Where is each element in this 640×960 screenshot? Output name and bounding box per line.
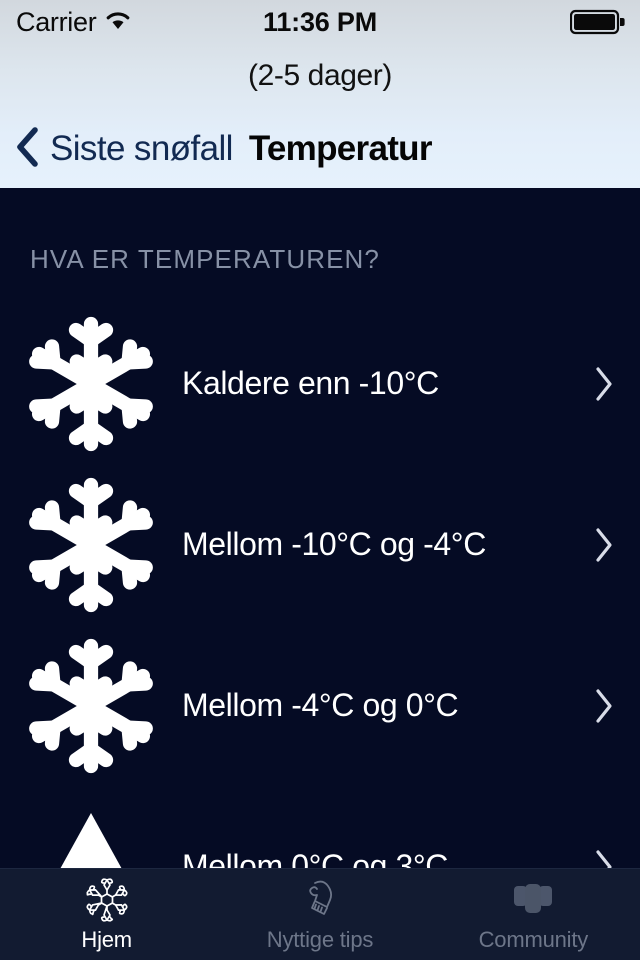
top-chrome: Carrier 11:36 PM (2-5 dager) Siste snøfa…: [0, 0, 640, 188]
battery-icon: [570, 9, 626, 35]
option-row-colder-than-minus-10[interactable]: Kaldere enn -10°C: [0, 303, 640, 464]
mitten-icon: [298, 876, 342, 922]
tab-community[interactable]: Community: [427, 869, 640, 960]
page-title: Temperatur: [248, 129, 433, 168]
tab-nyttige-tips[interactable]: Nyttige tips: [213, 869, 426, 960]
option-label: Mellom -4°C og 0°C: [182, 687, 459, 723]
snowflake-icon: [0, 625, 182, 786]
snowflake-icon: [0, 303, 182, 464]
content-area: HVA ER TEMPERATUREN? Kaldere enn -10°C M…: [0, 188, 640, 960]
back-button-label: Siste snøfall: [50, 129, 233, 168]
option-label: Kaldere enn -10°C: [182, 365, 439, 401]
status-bar: Carrier 11:36 PM: [0, 0, 640, 44]
chevron-left-icon: [14, 126, 40, 173]
navigation-bar: Siste snøfall Temperatur: [0, 113, 640, 185]
ornate-snowflake-icon: [84, 876, 130, 922]
tab-label: Nyttige tips: [266, 927, 374, 952]
tab-label: Community: [478, 927, 589, 952]
back-button[interactable]: Siste snøfall: [14, 126, 233, 173]
chevron-right-icon: [568, 365, 640, 403]
clock-label: 11:36 PM: [263, 6, 377, 37]
section-header: HVA ER TEMPERATUREN?: [30, 244, 380, 274]
app-screen: Carrier 11:36 PM (2-5 dager) Siste snøfa…: [0, 0, 640, 960]
chevron-right-icon: [568, 687, 640, 725]
tab-bar: Hjem Nyttige tips Community: [0, 868, 640, 960]
option-row-minus-4-to-0[interactable]: Mellom -4°C og 0°C: [0, 625, 640, 786]
page-subtitle: (2-5 dager): [247, 59, 392, 92]
people-group-icon: [510, 876, 556, 922]
snowflake-icon: [0, 464, 182, 625]
option-label: Mellom -10°C og -4°C: [182, 526, 486, 562]
option-row-minus-10-to-minus-4[interactable]: Mellom -10°C og -4°C: [0, 464, 640, 625]
tab-label: Hjem: [81, 927, 132, 952]
temperature-options-list: Kaldere enn -10°C Mellom -10°C og -4°C M…: [0, 303, 640, 947]
chevron-right-icon: [568, 526, 640, 564]
tab-hjem[interactable]: Hjem: [0, 869, 213, 960]
